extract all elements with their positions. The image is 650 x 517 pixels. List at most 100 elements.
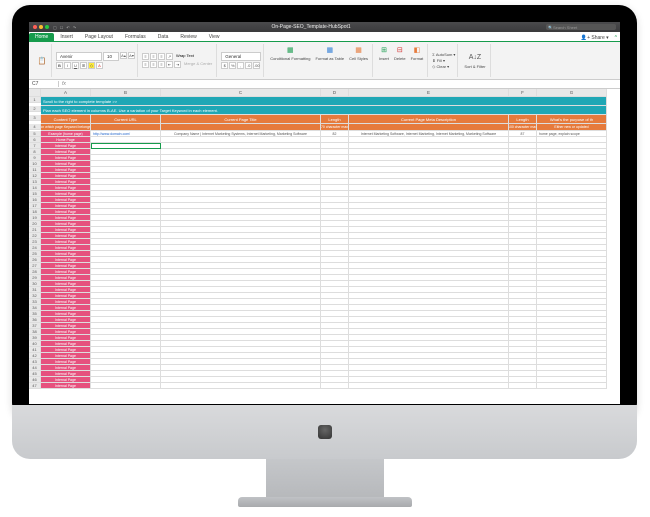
- window-title: On-Page-SEO_Template-HubSpot1: [76, 24, 546, 30]
- subheader: 100 character max: [509, 124, 537, 131]
- row-type: Internal Page: [41, 383, 91, 389]
- formula-bar: C7 fx: [29, 80, 620, 89]
- row-header[interactable]: 47: [29, 383, 41, 389]
- tab-formulas[interactable]: Formulas: [119, 33, 152, 41]
- autosum-button[interactable]: Σ AutoSum ▾: [432, 52, 455, 57]
- window-titlebar: ▢ ☐ ↶ ↷ On-Page-SEO_Template-HubSpot1 🔍 …: [29, 22, 620, 32]
- insert-cells-button[interactable]: ⊞Insert: [377, 44, 391, 77]
- ribbon-toolbar: 📋 Avenir 10 A▴ A▾ B I U ⊞ ◇ A: [29, 42, 620, 80]
- search-input[interactable]: 🔍 Search Sheet: [546, 24, 616, 30]
- cell[interactable]: [509, 383, 537, 389]
- row-header[interactable]: 1: [29, 97, 41, 103]
- imac-foot: [238, 497, 412, 507]
- apple-logo-icon: [318, 425, 332, 439]
- italic-button[interactable]: I: [64, 62, 71, 69]
- tab-home[interactable]: Home: [29, 33, 54, 41]
- column-header[interactable]: E: [349, 89, 509, 97]
- tab-insert[interactable]: Insert: [54, 33, 79, 41]
- delete-cells-button[interactable]: ⊟Delete: [392, 44, 408, 77]
- zoom-icon[interactable]: [45, 25, 49, 29]
- cell[interactable]: [537, 383, 607, 389]
- align-left-icon[interactable]: ≡: [142, 61, 149, 68]
- column-header[interactable]: D: [321, 89, 349, 97]
- header-title: Current Page Title: [161, 115, 321, 124]
- align-right-icon[interactable]: ≡: [158, 61, 165, 68]
- number-format-select[interactable]: General: [221, 52, 261, 61]
- inc-decimal-icon[interactable]: .0: [245, 62, 252, 69]
- subheader: Either new or updated: [537, 124, 607, 131]
- align-center-icon[interactable]: ≡: [150, 61, 157, 68]
- column-header[interactable]: G: [537, 89, 607, 97]
- cell[interactable]: [91, 383, 161, 389]
- align-top-icon[interactable]: ≡: [142, 53, 149, 60]
- header-length2: Length: [509, 115, 537, 124]
- bold-button[interactable]: B: [56, 62, 63, 69]
- font-size-input[interactable]: 10: [103, 52, 119, 61]
- format-cells-button[interactable]: ◧Format: [409, 44, 426, 77]
- column-header[interactable]: F: [509, 89, 537, 97]
- paste-button[interactable]: 📋: [35, 55, 49, 67]
- tab-review[interactable]: Review: [174, 33, 202, 41]
- ribbon-toggle-icon[interactable]: ^: [612, 35, 620, 41]
- dec-decimal-icon[interactable]: .00: [253, 62, 260, 69]
- imac-stand: [266, 459, 384, 499]
- column-header[interactable]: [29, 89, 41, 97]
- font-name-input[interactable]: Avenir: [56, 52, 102, 61]
- share-button[interactable]: 👤+ Share ▾: [581, 35, 609, 41]
- banner-scroll: Scroll to the right to complete template…: [41, 97, 607, 106]
- fill-button[interactable]: ⬇ Fill ▾: [432, 58, 445, 63]
- subheader: 70 character max: [321, 124, 349, 131]
- row-header[interactable]: 4: [29, 124, 41, 130]
- cell[interactable]: [321, 383, 349, 389]
- border-button[interactable]: ⊞: [80, 62, 87, 69]
- save-icon[interactable]: ▢: [53, 25, 57, 30]
- row-header[interactable]: 3: [29, 115, 41, 121]
- underline-button[interactable]: U: [72, 62, 79, 69]
- subheader: on which page Keyword belongs: [41, 124, 91, 131]
- fill-color-button[interactable]: ◇: [88, 62, 95, 69]
- column-header[interactable]: C: [161, 89, 321, 97]
- decrease-font-icon[interactable]: A▾: [128, 52, 135, 59]
- comma-icon[interactable]: ,: [237, 62, 244, 69]
- currency-icon[interactable]: $: [221, 62, 228, 69]
- conditional-formatting-button[interactable]: ▦Conditional Formatting: [268, 44, 312, 77]
- column-header[interactable]: B: [91, 89, 161, 97]
- fx-label: fx: [59, 81, 69, 87]
- align-bot-icon[interactable]: ≡: [158, 53, 165, 60]
- font-color-button[interactable]: A: [96, 62, 103, 69]
- tab-view[interactable]: View: [203, 33, 226, 41]
- cell-reference-box[interactable]: C7: [29, 81, 59, 87]
- subheader: [91, 124, 161, 131]
- header-content-type: Content Type: [41, 115, 91, 124]
- imac-chin: [12, 405, 637, 459]
- indent-inc-icon[interactable]: ⇥: [174, 61, 181, 68]
- align-mid-icon[interactable]: ≡: [150, 53, 157, 60]
- tab-data[interactable]: Data: [152, 33, 175, 41]
- cell-styles-button[interactable]: ▦Cell Styles: [347, 44, 370, 77]
- print-icon[interactable]: ☐: [60, 25, 64, 30]
- banner-instructions: Plan each SEO element in columns B-AE. U…: [41, 106, 607, 115]
- indent-dec-icon[interactable]: ⇤: [166, 61, 173, 68]
- header-purpose: What's the purpose of th: [537, 115, 607, 124]
- clear-button[interactable]: ◇ Clear ▾: [432, 64, 449, 69]
- close-icon[interactable]: [33, 25, 37, 29]
- header-length1: Length: [321, 115, 349, 124]
- cell[interactable]: [349, 383, 509, 389]
- row-header[interactable]: 2: [29, 106, 41, 112]
- ribbon-tabs: Home Insert Page Layout Formulas Data Re…: [29, 32, 620, 42]
- subheader: [161, 124, 321, 131]
- wrap-text-button[interactable]: Wrap Text: [174, 53, 196, 60]
- tab-page-layout[interactable]: Page Layout: [79, 33, 119, 41]
- format-table-button[interactable]: ▦Format as Table: [313, 44, 346, 77]
- column-header[interactable]: A: [41, 89, 91, 97]
- sort-filter-button[interactable]: A↓ZSort & Filter: [462, 52, 487, 70]
- spreadsheet-grid[interactable]: ABCDEFG 1Scroll to the right to complete …: [29, 89, 620, 404]
- minimize-icon[interactable]: [39, 25, 43, 29]
- undo-icon[interactable]: ↶: [66, 25, 69, 30]
- percent-icon[interactable]: %: [229, 62, 236, 69]
- merge-button[interactable]: Merge & Center: [182, 61, 214, 68]
- cell[interactable]: [161, 383, 321, 389]
- increase-font-icon[interactable]: A▴: [120, 52, 127, 59]
- header-url: Current URL: [91, 115, 161, 124]
- orientation-icon[interactable]: ↗: [166, 53, 173, 60]
